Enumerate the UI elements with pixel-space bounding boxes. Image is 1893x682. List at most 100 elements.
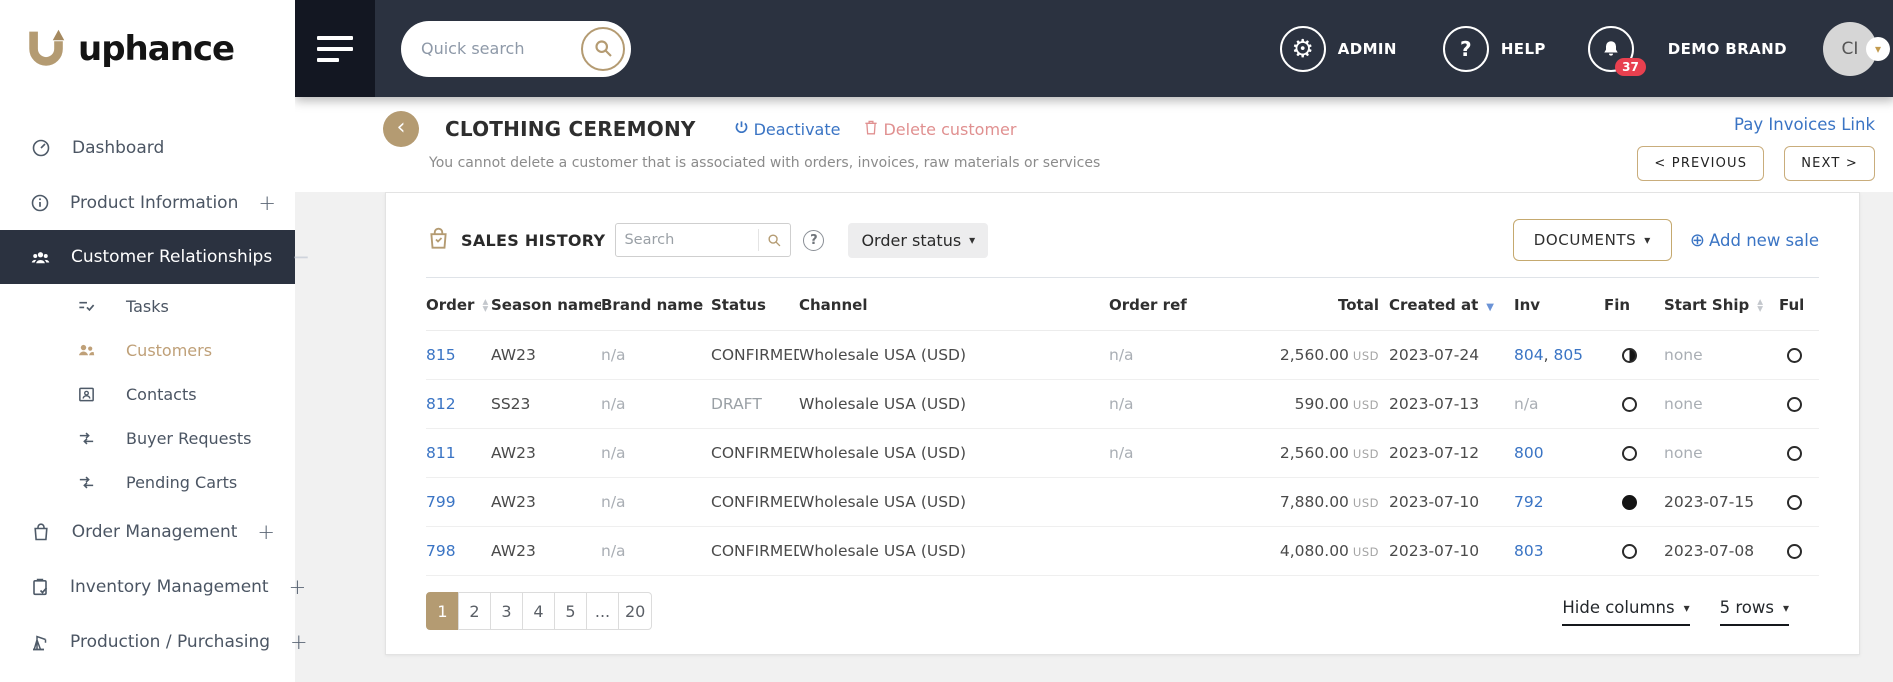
deactivate-link[interactable]: Deactivate (734, 120, 841, 139)
help-button[interactable]: ? HELP (1443, 26, 1546, 72)
hide-columns-dropdown[interactable]: Hide columns ▾ (1562, 598, 1689, 626)
sidebar-item-contacts[interactable]: Contacts (0, 372, 295, 416)
column-label: Total (1338, 296, 1379, 314)
topbar: ⚙ ADMIN ? HELP 37 DEMO BRAND CI ▾ (295, 0, 1893, 97)
financial-status-cell (1604, 429, 1664, 478)
page-button[interactable]: 5 (554, 592, 587, 630)
search-icon[interactable] (758, 229, 790, 251)
previous-button[interactable]: < PREVIOUS (1637, 146, 1764, 181)
invoice-link[interactable]: 805 (1553, 346, 1583, 364)
quick-search-input[interactable] (421, 39, 581, 58)
question-icon: ? (1443, 26, 1489, 72)
collapse-icon[interactable]: − (292, 245, 310, 269)
user-menu[interactable]: CI ▾ (1823, 22, 1877, 76)
uphance-logo-icon (24, 24, 70, 74)
sidebar-item-buyer-requests[interactable]: Buyer Requests (0, 416, 295, 460)
created-at-cell: 2023-07-10 (1389, 527, 1514, 576)
transfer-arrows-icon (76, 473, 96, 492)
sidebar-item-tasks[interactable]: Tasks (0, 284, 295, 328)
page-button[interactable]: 20 (618, 592, 652, 630)
order-link[interactable]: 798 (426, 542, 456, 560)
invoice-link[interactable]: 800 (1514, 444, 1544, 462)
sales-bag-icon (426, 226, 451, 255)
order-link[interactable]: 812 (426, 395, 456, 413)
pay-invoices-link[interactable]: Pay Invoices Link (1734, 115, 1875, 134)
order-link[interactable]: 811 (426, 444, 456, 462)
expand-icon[interactable]: + (258, 191, 276, 215)
financial-status-cell (1604, 331, 1664, 380)
sidebar-item-customer-relationships[interactable]: Customer Relationships − (0, 230, 295, 284)
expand-icon[interactable]: + (290, 630, 308, 654)
table-header-row: Order▲▼Season name▲▼Brand name▲▼StatusCh… (426, 278, 1819, 331)
expand-icon[interactable]: + (289, 575, 307, 599)
brand-selector[interactable]: DEMO BRAND (1668, 40, 1787, 58)
sidebar-item-label: Customers (126, 341, 212, 360)
help-icon[interactable]: ? (803, 230, 824, 251)
season-cell: SS23 (491, 380, 601, 429)
brand-cell: n/a (601, 331, 711, 380)
sidebar-item-inventory-management[interactable]: Inventory Management + (0, 559, 295, 614)
sidebar-item-order-management[interactable]: Order Management + (0, 504, 295, 559)
column-header-ful: Ful (1779, 278, 1819, 331)
order-cell: 798 (426, 527, 491, 576)
page-button[interactable]: 4 (522, 592, 555, 630)
admin-button[interactable]: ⚙ ADMIN (1280, 26, 1397, 72)
sidebar-item-customers[interactable]: Customers (0, 328, 295, 372)
column-header-start-ship[interactable]: Start Ship▲▼ (1664, 278, 1779, 331)
chevron-down-icon[interactable]: ▾ (1866, 37, 1890, 61)
notifications-button[interactable]: 37 (1588, 26, 1634, 72)
invoice-link[interactable]: 804 (1514, 346, 1544, 364)
back-button[interactable]: ‹ (383, 111, 419, 147)
main-column: ⚙ ADMIN ? HELP 37 DEMO BRAND CI ▾ (295, 0, 1893, 682)
order-ref-cell: n/a (1109, 331, 1259, 380)
column-header-created-at[interactable]: Created at▼ (1389, 278, 1514, 331)
sidebar-item-product-information[interactable]: Product Information + (0, 175, 295, 230)
sidebar-item-label: Dashboard (72, 138, 164, 158)
topbar-right: ⚙ ADMIN ? HELP 37 DEMO BRAND CI ▾ (1280, 22, 1893, 76)
financial-status-icon (1622, 495, 1637, 510)
gear-icon: ⚙ (1280, 26, 1326, 72)
invoices-cell: n/a (1514, 380, 1604, 429)
delete-customer-link[interactable]: Delete customer (864, 120, 1016, 139)
rows-per-page-dropdown[interactable]: 5 rows ▾ (1720, 598, 1789, 626)
expand-icon[interactable]: + (257, 520, 275, 544)
invoice-link[interactable]: 803 (1514, 542, 1544, 560)
start-ship-cell: 2023-07-15 (1664, 478, 1779, 527)
page-button[interactable]: 1 (426, 592, 459, 630)
season-cell: AW23 (491, 331, 601, 380)
column-header-brand-name[interactable]: Brand name▲▼ (601, 278, 711, 331)
status-cell: CONFIRMED (711, 478, 799, 527)
sidebar-item-label: Customer Relationships (71, 247, 272, 267)
search-icon[interactable] (581, 27, 625, 71)
column-header-fin: Fin (1604, 278, 1664, 331)
order-status-dropdown[interactable]: Order status ▾ (848, 223, 988, 258)
uphance-logo[interactable]: uphance (0, 0, 295, 97)
invoice-link[interactable]: 792 (1514, 493, 1544, 511)
total-cell: 7,880.00USD (1259, 478, 1389, 527)
next-button[interactable]: NEXT > (1784, 146, 1875, 181)
start-ship-cell: none (1664, 429, 1779, 478)
notification-badge: 37 (1615, 58, 1646, 76)
tasks-icon (76, 297, 96, 316)
documents-dropdown[interactable]: DOCUMENTS ▾ (1513, 219, 1672, 261)
hamburger-menu-icon[interactable] (295, 0, 375, 97)
table-row: 815AW23n/aCONFIRMEDWholesale USA (USD)n/… (426, 331, 1819, 380)
transfer-arrows-icon (76, 429, 96, 448)
page-button[interactable]: 3 (490, 592, 523, 630)
order-link[interactable]: 799 (426, 493, 456, 511)
order-link[interactable]: 815 (426, 346, 456, 364)
sidebar-item-pending-carts[interactable]: Pending Carts (0, 460, 295, 504)
column-header-order[interactable]: Order▲▼ (426, 278, 491, 331)
sales-search-input[interactable] (616, 232, 758, 248)
page-ellipsis[interactable]: ... (586, 592, 619, 630)
add-new-sale-link[interactable]: ⊕ Add new sale (1690, 230, 1819, 251)
sort-desc-icon: ▼ (1486, 302, 1494, 313)
sidebar-item-dashboard[interactable]: Dashboard (0, 120, 295, 175)
page-button[interactable]: 2 (458, 592, 491, 630)
order-cell: 811 (426, 429, 491, 478)
column-header-season-name[interactable]: Season name▲▼ (491, 278, 601, 331)
sidebar-item-production-purchasing[interactable]: Production / Purchasing + (0, 614, 295, 669)
people-group-icon (30, 247, 51, 268)
season-cell: AW23 (491, 527, 601, 576)
avatar[interactable]: CI ▾ (1823, 22, 1877, 76)
